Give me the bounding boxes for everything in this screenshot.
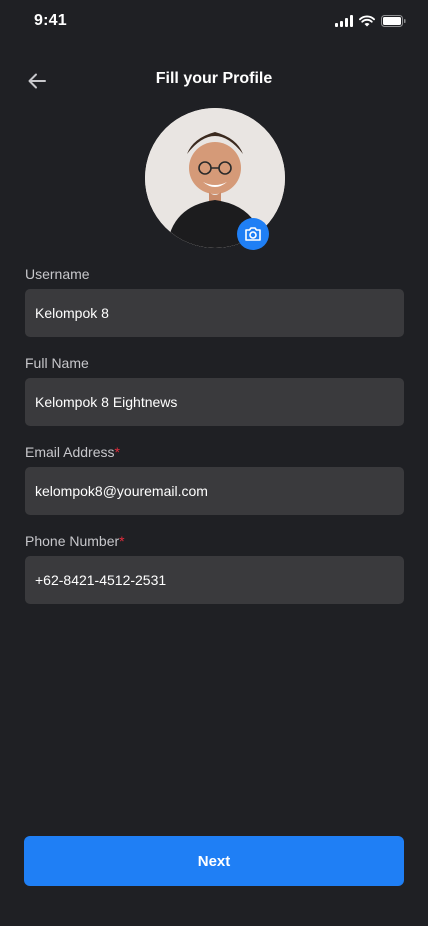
full-name-field-group: Full Name — [25, 354, 404, 426]
required-marker: * — [119, 533, 125, 549]
status-time: 9:41 — [34, 12, 67, 29]
status-icons — [335, 15, 406, 27]
wifi-icon — [359, 15, 375, 27]
phone-field-group: Phone Number* — [25, 532, 404, 604]
full-name-label: Full Name — [25, 355, 89, 371]
email-input[interactable] — [25, 467, 404, 515]
email-field-group: Email Address* — [25, 443, 404, 515]
phone-label: Phone Number* — [25, 533, 125, 549]
next-button[interactable]: Next — [24, 836, 404, 886]
page-title: Fill your Profile — [155, 70, 273, 87]
username-input[interactable] — [25, 289, 404, 337]
change-photo-button[interactable] — [237, 218, 269, 250]
required-marker: * — [114, 444, 120, 460]
username-field-group: Username — [25, 265, 404, 337]
signal-icon — [335, 15, 353, 27]
header: Fill your Profile — [0, 58, 428, 102]
status-bar: 9:41 — [0, 0, 428, 44]
full-name-input[interactable] — [25, 378, 404, 426]
phone-input[interactable] — [25, 556, 404, 604]
email-label: Email Address* — [25, 444, 120, 460]
profile-photo — [145, 108, 285, 250]
camera-icon — [245, 227, 261, 241]
battery-icon — [381, 15, 406, 27]
username-label: Username — [25, 266, 90, 282]
